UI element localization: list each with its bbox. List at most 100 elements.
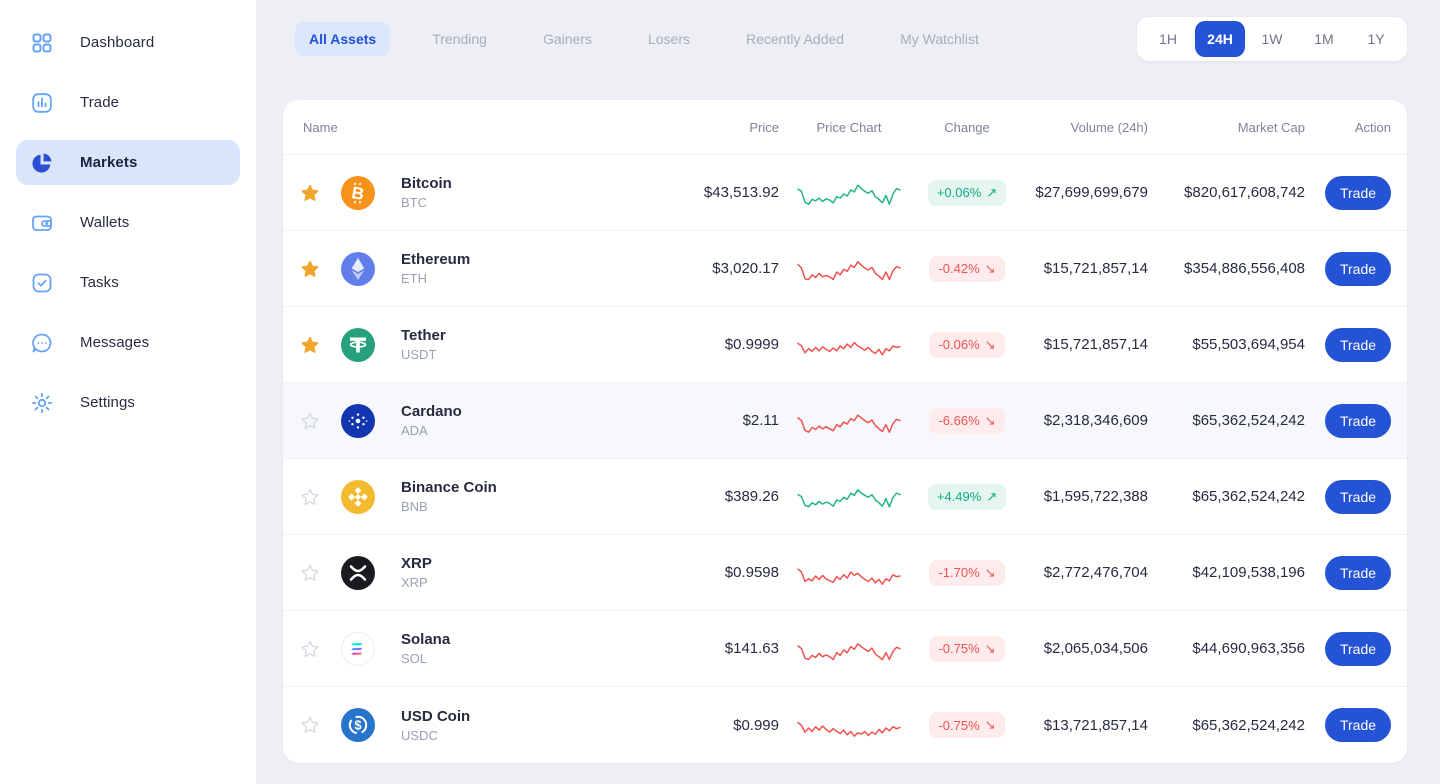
sidebar-item-markets[interactable]: Markets	[16, 140, 240, 185]
sidebar-item-wallets[interactable]: Wallets	[16, 200, 240, 245]
price-sparkline-down	[797, 260, 901, 280]
trade-button[interactable]: Trade	[1325, 555, 1391, 590]
table-row: $ USD Coin USDC $0.999 -0.75% ↘ $13,721,857,14…	[283, 687, 1407, 763]
table-row: Cardano ADA $2.11 -6.66% ↘ $2,318,346,609 $65,…	[283, 383, 1407, 459]
markets-icon	[30, 151, 54, 175]
column-header-market-cap: Market Cap	[1237, 119, 1305, 135]
volume-value: $27,699,699,679	[1035, 184, 1148, 201]
change-cell: -0.42% ↘	[919, 255, 1015, 282]
coin-name: Solana	[401, 631, 451, 648]
table-header-row: Name Price Price Chart Change Volume (24h) Ma…	[283, 100, 1407, 155]
market-cap-value: $65,362,524,242	[1192, 488, 1305, 505]
price-sparkline-down	[797, 642, 901, 660]
topbar: All Assets Trending Gainers Losers Recently …	[283, 17, 1407, 61]
change-badge: -6.66% ↘	[929, 407, 1005, 434]
sidebar-item-tasks[interactable]: Tasks	[16, 260, 240, 305]
change-badge: -1.70% ↘	[929, 559, 1005, 586]
favorite-star-filled-icon[interactable]	[299, 258, 321, 280]
tab-my-watchlist[interactable]: My Watchlist	[886, 22, 993, 56]
change-badge: -0.06% ↘	[929, 331, 1005, 358]
sidebar-item-label: Trade	[80, 94, 120, 111]
time-range-1h[interactable]: 1H	[1143, 21, 1193, 57]
favorite-star-empty-icon[interactable]	[299, 562, 321, 584]
tab-recently-added[interactable]: Recently Added	[732, 22, 858, 56]
price-sparkline-down	[797, 721, 901, 737]
price-sparkline-down	[797, 567, 901, 585]
price-value: $43,513.92	[703, 184, 779, 201]
time-range-1y[interactable]: 1Y	[1351, 21, 1401, 57]
coin-symbol: ETH	[401, 271, 427, 286]
eth-coin-icon	[341, 251, 375, 286]
table-row: Binance Coin BNB $389.26 +4.49% ↗ $1,595,722,…	[283, 459, 1407, 535]
price-chart-cell	[779, 400, 919, 442]
change-cell: +0.06% ↗	[919, 179, 1015, 206]
favorite-star-filled-icon[interactable]	[299, 334, 321, 356]
trade-button[interactable]: Trade	[1325, 708, 1391, 742]
favorite-star-filled-icon[interactable]	[299, 182, 321, 204]
wallets-icon	[30, 211, 54, 235]
price-chart-cell	[779, 324, 919, 366]
trade-button[interactable]: Trade	[1325, 251, 1391, 286]
ada-coin-icon	[341, 403, 375, 438]
action-cell: Trade	[1305, 631, 1391, 666]
arrow-down-right-icon: ↘	[984, 336, 996, 352]
arrow-down-right-icon: ↘	[984, 412, 996, 428]
volume-value: $1,595,722,388	[1043, 488, 1148, 505]
markets-table-card: Name Price Price Chart Change Volume (24h) Ma…	[283, 100, 1407, 763]
tab-all-assets[interactable]: All Assets	[295, 22, 391, 56]
coin-name-cell: XRP XRP	[385, 555, 609, 590]
trade-button[interactable]: Trade	[1325, 175, 1391, 210]
sidebar-item-messages[interactable]: Messages	[16, 320, 240, 365]
trade-button[interactable]: Trade	[1325, 631, 1391, 666]
sidebar-item-dashboard[interactable]: Dashboard	[16, 20, 240, 65]
volume-value: $15,721,857,14	[1043, 336, 1148, 353]
arrow-down-right-icon: ↘	[984, 640, 996, 656]
change-value: +0.06%	[936, 185, 982, 200]
coin-name: USD Coin	[401, 707, 471, 725]
column-header-action: Action	[1354, 119, 1391, 135]
favorite-star-empty-icon[interactable]	[299, 410, 321, 432]
favorite-star-empty-icon[interactable]	[299, 486, 321, 508]
trade-button[interactable]: Trade	[1325, 327, 1391, 362]
time-range-24h[interactable]: 24H	[1195, 21, 1245, 57]
action-cell: Trade	[1305, 403, 1391, 438]
favorite-star-empty-icon[interactable]	[299, 638, 321, 660]
change-badge: -0.75% ↘	[929, 712, 1005, 738]
sidebar-item-trade[interactable]: Trade	[16, 80, 240, 125]
arrow-up-right-icon: ↗	[986, 184, 998, 200]
time-range-1w[interactable]: 1W	[1247, 21, 1297, 57]
coin-symbol: SOL	[401, 651, 428, 666]
table-row: Ethereum ETH $3,020.17 -0.42% ↘ $15,721,857,1…	[283, 231, 1407, 307]
time-range-1m[interactable]: 1M	[1299, 21, 1349, 57]
trade-button[interactable]: Trade	[1325, 479, 1391, 514]
market-cap-value: $354,886,556,408	[1184, 260, 1305, 277]
table-row: B Bitcoin BTC $43,513.92 +0.06% ↗ $27,699,699,…	[283, 155, 1407, 231]
price-chart-cell	[779, 476, 919, 518]
price-value: $2.11	[742, 412, 779, 429]
price-chart-cell	[779, 628, 919, 670]
tab-gainers[interactable]: Gainers	[529, 22, 606, 56]
tab-losers[interactable]: Losers	[634, 22, 704, 56]
change-cell: -0.75% ↘	[919, 712, 1015, 738]
main-content: All Assets Trending Gainers Losers Recently …	[256, 0, 1440, 784]
action-cell: Trade	[1305, 555, 1391, 590]
sidebar-item-settings[interactable]: Settings	[16, 380, 240, 425]
sidebar: Dashboard Trade Markets Wallets Tasks Me…	[0, 0, 256, 784]
svg-text:$: $	[354, 718, 362, 733]
price-chart-cell	[779, 704, 919, 746]
tab-trending[interactable]: Trending	[418, 22, 501, 56]
sidebar-item-label: Markets	[80, 154, 138, 171]
change-badge: +0.06% ↗	[927, 179, 1007, 206]
change-value: -6.66%	[938, 413, 980, 428]
bnb-coin-icon	[341, 479, 375, 514]
price-value: $3,020.17	[712, 260, 779, 277]
volume-value: $15,721,857,14	[1043, 260, 1148, 277]
change-cell: -0.75% ↘	[919, 635, 1015, 662]
table-row: XRP XRP $0.9598 -1.70% ↘ $2,772,476,704 $42,10…	[283, 535, 1407, 611]
change-badge: -0.42% ↘	[929, 255, 1005, 282]
sol-coin-icon	[341, 631, 375, 666]
price-value: $0.999	[733, 716, 779, 734]
favorite-star-empty-icon[interactable]	[299, 714, 321, 736]
trade-button[interactable]: Trade	[1325, 403, 1391, 438]
coin-name-cell: USD Coin USDC	[385, 708, 609, 743]
